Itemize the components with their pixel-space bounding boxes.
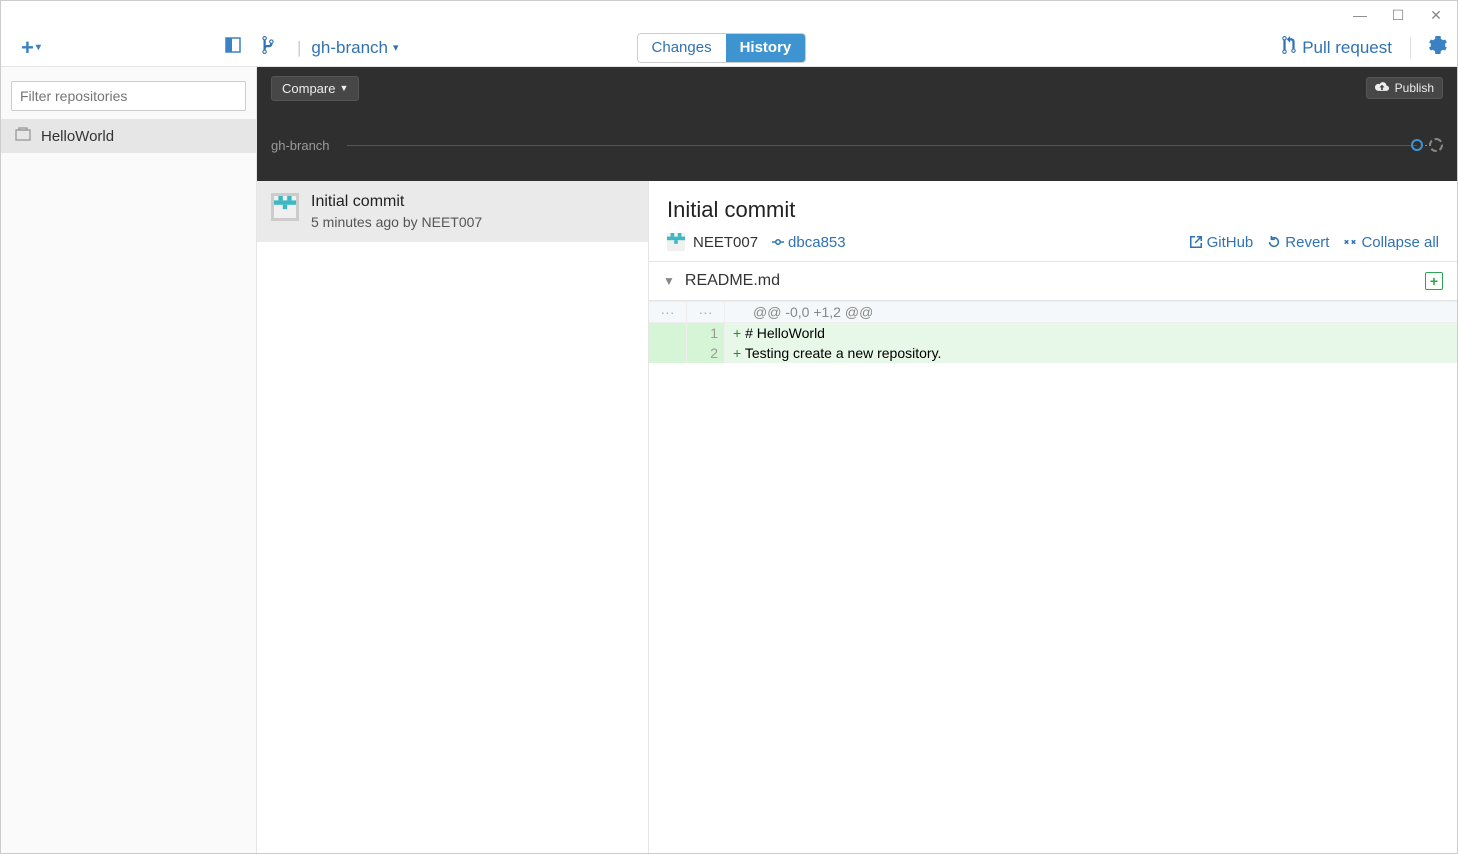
commit-sha[interactable]: dbca853 bbox=[772, 234, 846, 251]
line-gutter-new: 2 bbox=[687, 343, 725, 363]
file-name: README.md bbox=[685, 272, 780, 290]
pending-dot bbox=[1429, 138, 1443, 152]
branch-selector[interactable]: | gh-branch ▾ bbox=[251, 36, 399, 59]
hunk-header: @@ -0,0 +1,2 @@ bbox=[725, 302, 1457, 322]
tab-changes[interactable]: Changes bbox=[638, 34, 726, 62]
line-gutter: ··· bbox=[649, 302, 687, 322]
avatar bbox=[271, 193, 299, 221]
minimize-button[interactable]: — bbox=[1351, 7, 1369, 23]
commit-meta: 5 minutes ago by NEET007 bbox=[311, 214, 482, 230]
maximize-button[interactable]: ☐ bbox=[1389, 7, 1407, 24]
chevron-down-icon: ▾ bbox=[36, 42, 41, 53]
commit-detail-title: Initial commit bbox=[667, 197, 1439, 223]
commit-title: Initial commit bbox=[311, 193, 482, 211]
separator: | bbox=[297, 38, 301, 58]
repo-icon bbox=[15, 127, 31, 145]
line-gutter: ··· bbox=[687, 302, 725, 322]
publish-button[interactable]: Publish bbox=[1366, 77, 1443, 99]
separator bbox=[1410, 37, 1411, 59]
tab-history[interactable]: History bbox=[726, 34, 806, 62]
pull-request-label: Pull request bbox=[1302, 38, 1392, 58]
repo-name: HelloWorld bbox=[41, 128, 114, 145]
file-header[interactable]: ▼ README.md + bbox=[649, 262, 1457, 301]
commit-author: NEET007 bbox=[667, 233, 758, 251]
open-github-button[interactable]: GitHub bbox=[1189, 234, 1254, 251]
repo-filter-input[interactable] bbox=[11, 81, 246, 111]
branch-icon bbox=[261, 36, 275, 59]
commit-item[interactable]: Initial commit 5 minutes ago by NEET007 bbox=[257, 181, 648, 242]
pull-request-button[interactable]: Pull request bbox=[1282, 36, 1392, 59]
close-button[interactable]: ✕ bbox=[1427, 7, 1445, 24]
diff-line: # HelloWorld bbox=[725, 323, 1457, 343]
sidebar-item-repo[interactable]: HelloWorld bbox=[1, 119, 256, 153]
diff-line: Testing create a new repository. bbox=[725, 343, 1457, 363]
cloud-upload-icon bbox=[1375, 81, 1389, 95]
line-gutter-new: 1 bbox=[687, 323, 725, 343]
settings-button[interactable] bbox=[1429, 36, 1447, 59]
timeline-branch-label: gh-branch bbox=[271, 138, 330, 153]
compare-button[interactable]: Compare ▼ bbox=[271, 76, 359, 101]
line-gutter-old bbox=[649, 343, 687, 363]
chevron-down-icon: ▾ bbox=[390, 41, 399, 54]
view-toggle: Changes History bbox=[637, 33, 807, 63]
add-file-badge: + bbox=[1425, 272, 1443, 290]
branch-name: gh-branch bbox=[311, 38, 388, 58]
pull-request-icon bbox=[1282, 36, 1296, 59]
sidebar-toggle[interactable] bbox=[225, 37, 241, 58]
plus-icon: + bbox=[21, 35, 34, 61]
add-dropdown[interactable]: +▾ bbox=[21, 35, 41, 61]
chevron-down-icon: ▼ bbox=[339, 83, 348, 93]
line-gutter-old bbox=[649, 323, 687, 343]
revert-button[interactable]: Revert bbox=[1267, 234, 1329, 251]
diff-view: ··· ··· @@ -0,0 +1,2 @@ 1 # HelloWorld 2… bbox=[649, 301, 1457, 363]
chevron-down-icon: ▼ bbox=[663, 274, 675, 288]
commit-dot[interactable] bbox=[1411, 139, 1423, 151]
timeline-line bbox=[347, 145, 1417, 146]
collapse-all-button[interactable]: Collapse all bbox=[1343, 234, 1439, 251]
